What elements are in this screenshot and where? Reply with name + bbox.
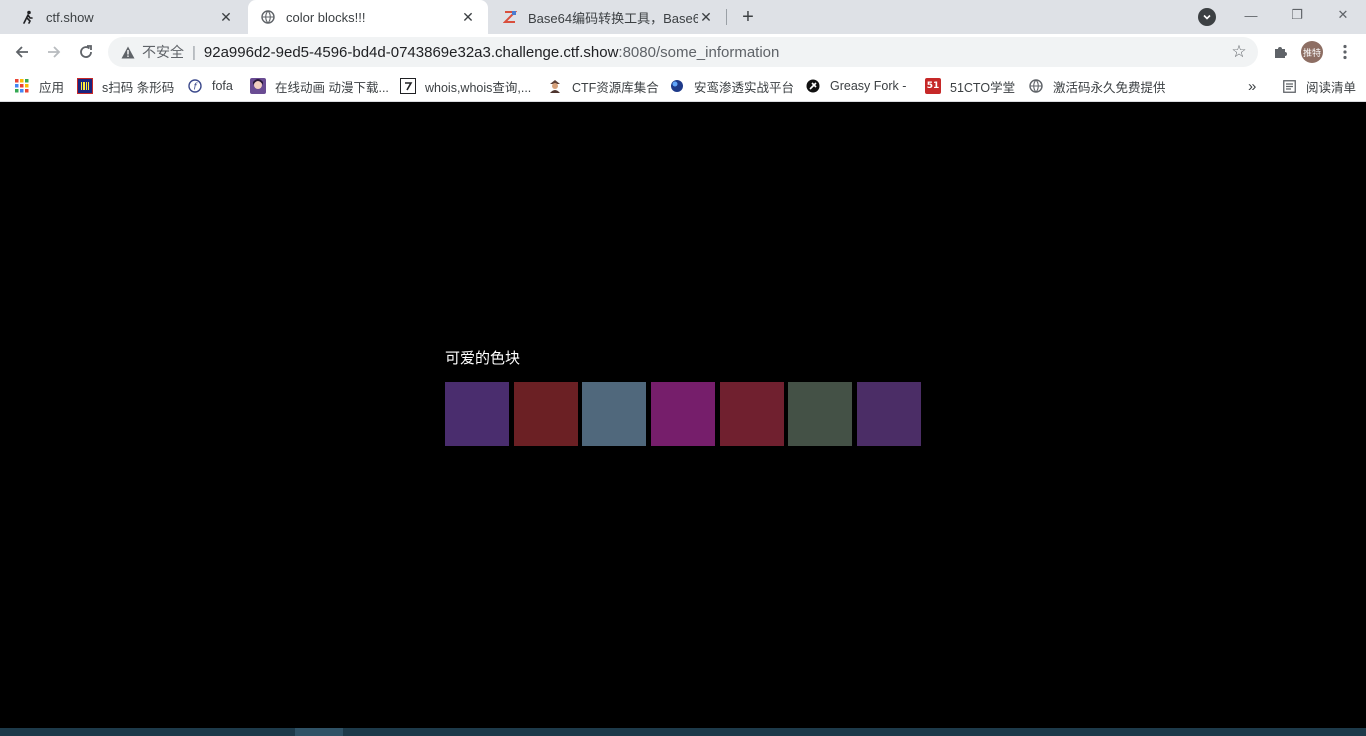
avatar[interactable]: 推特 — [1301, 41, 1323, 63]
tab-divider — [726, 9, 727, 25]
bookmark-label: 激活码永久免费提供 — [1053, 80, 1166, 95]
tab-title: ctf.show — [46, 9, 94, 25]
runner-icon — [20, 9, 36, 25]
bookmark-barcode[interactable]: s扫码 条形码 — [77, 77, 174, 95]
url-host: 92a996d2-9ed5-4596-bd4d-0743869e32a3.cha… — [203, 43, 619, 61]
page-heading: 可爱的色块 — [445, 350, 521, 367]
globe-icon — [260, 9, 276, 25]
hacker-icon — [547, 78, 563, 94]
os-taskbar — [0, 728, 1366, 736]
color-swatch-2 — [514, 382, 578, 446]
address-bar[interactable]: 不安全 | 92a996d2-9ed5-4596-bd4d-0743869e32… — [108, 37, 1258, 67]
forward-arrow-icon — [48, 46, 61, 58]
bookmark-label: 51CTO学堂 — [950, 80, 1016, 95]
minimize-button[interactable]: — — [1228, 0, 1274, 30]
browser-toolbar: 不安全 | 92a996d2-9ed5-4596-bd4d-0743869e32… — [0, 34, 1366, 70]
bookmark-label: CTF资源库集合 — [572, 80, 659, 95]
bookmark-apps[interactable]: 应用 — [14, 77, 64, 95]
bookmark-fofa[interactable]: f fofa — [187, 77, 233, 95]
page-viewport: 可爱的色块 — [0, 102, 1366, 728]
tab-search-button[interactable] — [1198, 8, 1216, 26]
security-divider: | — [192, 43, 196, 61]
reading-list-label: 阅读清单 — [1306, 80, 1357, 95]
zi-icon — [502, 9, 518, 25]
bookmark-label: 应用 — [39, 80, 65, 95]
bookmark-star-icon[interactable]: ☆ — [1230, 42, 1248, 61]
tab-title: Base64编码转换工具，Base64加 — [528, 10, 698, 26]
fofa-icon: f — [187, 78, 203, 94]
color-swatch-5 — [720, 382, 784, 446]
menu-button[interactable] — [1335, 42, 1355, 62]
reload-button[interactable] — [72, 38, 100, 66]
color-swatch-6 — [788, 382, 852, 446]
bookmark-whois[interactable]: whois,whois查询,... — [400, 77, 531, 95]
51cto-icon: 51 — [925, 78, 941, 94]
close-window-button[interactable]: ✕ — [1320, 0, 1366, 30]
planet-icon — [669, 78, 685, 94]
reading-list-button[interactable]: 阅读清单 — [1281, 77, 1356, 95]
color-swatch-7 — [857, 382, 921, 446]
taskbar-app[interactable] — [295, 728, 343, 736]
greasyfork-icon — [805, 78, 821, 94]
color-swatch-4 — [651, 382, 715, 446]
chevron-down-icon — [1203, 14, 1211, 20]
bookmark-label: 安鸾渗透实战平台 — [694, 80, 795, 95]
warning-icon[interactable] — [120, 44, 136, 60]
bookmark-51cto[interactable]: 51 51CTO学堂 — [925, 77, 1015, 95]
back-arrow-icon — [15, 46, 28, 58]
close-tab-icon[interactable]: ✕ — [218, 9, 234, 25]
puzzle-icon — [1275, 47, 1287, 58]
kebab-menu-icon — [1343, 44, 1347, 60]
bookmark-anime[interactable]: 在线动画 动漫下载... — [250, 77, 389, 95]
bookmark-ctf-resources[interactable]: CTF资源库集合 — [547, 77, 659, 95]
close-tab-icon[interactable]: ✕ — [460, 9, 476, 25]
forward-button[interactable] — [40, 38, 68, 66]
extensions-button[interactable] — [1270, 42, 1290, 62]
close-tab-icon[interactable]: ✕ — [698, 9, 714, 25]
bookmark-label: s扫码 条形码 — [102, 80, 175, 95]
new-tab-button[interactable]: + — [736, 5, 760, 29]
whois-icon — [400, 78, 416, 94]
security-label[interactable]: 不安全 — [142, 42, 184, 62]
back-button[interactable] — [8, 38, 36, 66]
bookmark-label: fofa — [212, 79, 233, 93]
bookmark-greasyfork[interactable]: Greasy Fork - — [805, 77, 906, 95]
bookmark-label: 在线动画 动漫下载... — [275, 80, 389, 95]
bookmark-label: Greasy Fork - — [830, 79, 907, 93]
reading-list-icon — [1281, 78, 1297, 94]
color-swatch-3 — [582, 382, 646, 446]
tab-strip: ctf.show ✕ color blocks!!! ✕ Base64编码转换工… — [0, 0, 1366, 34]
anime-icon — [250, 78, 266, 94]
color-swatch-1 — [445, 382, 509, 446]
globe-icon — [1028, 78, 1044, 94]
apps-grid-icon — [14, 78, 30, 94]
reload-icon — [80, 45, 92, 58]
bookmark-activation[interactable]: 激活码永久免费提供 — [1028, 77, 1166, 95]
bookmarks-bar: 应用 s扫码 条形码 f fofa 在线动画 动漫下载... whois,who… — [0, 70, 1366, 102]
url-path: :8080/some_information — [618, 43, 780, 61]
tab-ctfshow[interactable]: ctf.show ✕ — [8, 0, 246, 34]
tab-base64[interactable]: Base64编码转换工具，Base64加 ✕ — [490, 0, 726, 34]
tab-title: color blocks!!! — [286, 9, 366, 25]
bookmark-label: whois,whois查询,... — [425, 80, 532, 95]
bookmark-anluan[interactable]: 安鸾渗透实战平台 — [669, 77, 794, 95]
more-bookmarks-button[interactable]: » — [1248, 77, 1256, 95]
restore-button[interactable]: ❐ — [1274, 0, 1320, 30]
barcode-icon — [77, 78, 93, 94]
tab-color-blocks[interactable]: color blocks!!! ✕ — [248, 0, 488, 34]
